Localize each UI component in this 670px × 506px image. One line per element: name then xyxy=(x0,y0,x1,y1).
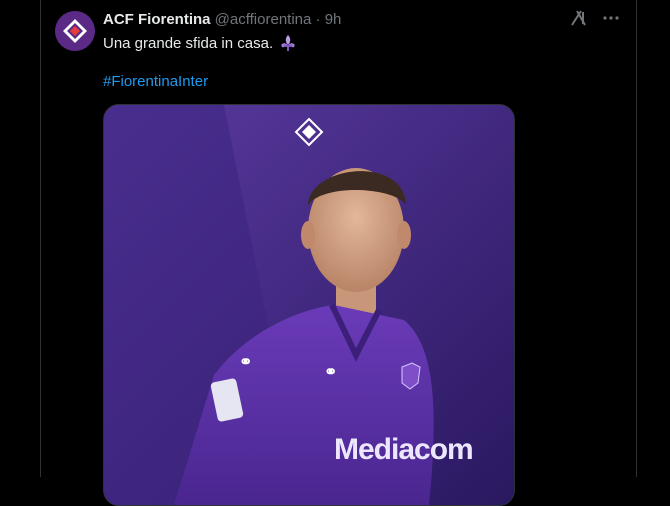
fiorentina-logo-icon xyxy=(63,19,87,43)
hashtag-link[interactable]: #FiorentinaInter xyxy=(103,73,208,90)
tweet-media[interactable]: ⚭ ⚭ Mediacom xyxy=(103,104,515,506)
grok-icon[interactable] xyxy=(570,9,588,31)
jersey-sponsor: Mediacom xyxy=(334,433,473,466)
separator: · xyxy=(315,11,321,28)
timestamp[interactable]: 9h xyxy=(325,11,342,28)
author-name[interactable]: ACF Fiorentina xyxy=(103,11,211,28)
fleur-de-lis-icon xyxy=(281,35,295,51)
tweet-body: Una grande sfida in casa. xyxy=(103,34,274,52)
player-photo: ⚭ ⚭ Mediacom xyxy=(104,105,514,505)
tweet-actions-top xyxy=(570,9,620,31)
tweet-text: Una grande sfida in casa. xyxy=(103,34,297,52)
tweet[interactable]: ACF Fiorentina @acffiorentina · 9h Una g… xyxy=(40,0,636,506)
more-icon[interactable] xyxy=(602,9,620,31)
avatar[interactable] xyxy=(55,11,95,51)
column-divider-right xyxy=(636,0,637,477)
tweet-header: ACF Fiorentina @acffiorentina · 9h xyxy=(103,11,341,28)
svg-text:⚭: ⚭ xyxy=(239,354,252,371)
author-handle[interactable]: @acffiorentina xyxy=(215,11,312,28)
svg-text:⚭: ⚭ xyxy=(324,364,337,381)
